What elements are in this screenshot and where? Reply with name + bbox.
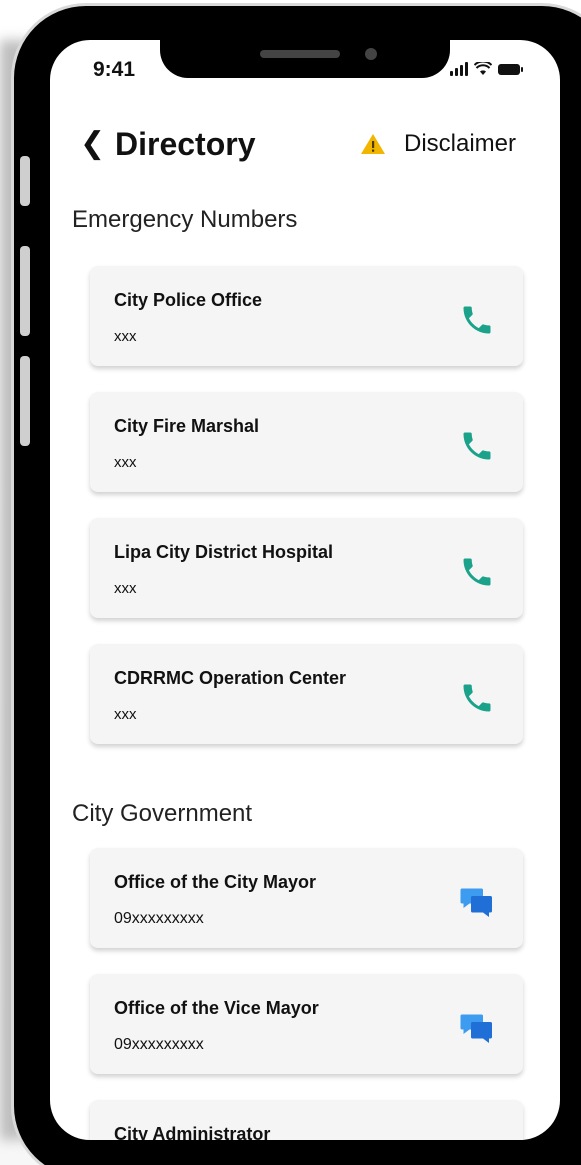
section-title-government: City Government [72,800,253,827]
phone-icon[interactable] [459,680,495,716]
contact-name: Lipa City District Hospital [114,542,334,562]
volume-up-button [20,246,30,336]
chat-icon[interactable] [459,884,495,920]
silent-switch [20,156,30,206]
back-button[interactable]: ❮ [80,126,105,161]
phone-icon[interactable] [459,554,495,590]
contact-name: Office of the City Mayor [114,872,317,892]
contact-name: City Fire Marshal [114,416,260,436]
contact-card[interactable]: Office of the Vice Mayor 09xxxxxxxxx [90,974,523,1074]
contact-card[interactable]: Office of the City Mayor 09xxxxxxxxx [90,848,523,948]
contact-number: xxx [114,328,137,345]
contact-card[interactable]: CDRRMC Operation Center xxx [90,644,523,744]
signal-icon [450,62,468,76]
contact-number: xxx [114,580,137,597]
contact-name: City Police Office [114,290,263,310]
contact-number: xxx [114,706,137,723]
page-title: Directory [115,126,256,162]
section-title-emergency: Emergency Numbers [72,206,298,233]
contact-number: 09xxxxxxxxx [114,910,204,927]
phone-icon[interactable] [459,302,495,338]
volume-down-button [20,356,30,446]
contact-card[interactable]: City Police Office xxx [90,266,523,366]
top-bar: ❮ Directory Disclaimer [50,122,560,172]
phone-icon[interactable] [459,428,495,464]
warning-icon [361,134,385,154]
wifi-icon [474,62,492,75]
contact-card[interactable]: City Administrator [90,1100,523,1140]
notch [160,40,450,78]
scene: 9:41 ❮ Directory Disclaimer Emergency Nu… [0,0,581,1165]
chat-icon[interactable] [459,1136,495,1140]
contact-name: City Administrator [114,1124,271,1140]
contact-card[interactable]: Lipa City District Hospital xxx [90,518,523,618]
speaker [260,50,340,58]
phone-frame: 9:41 ❮ Directory Disclaimer Emergency Nu… [14,6,581,1165]
disclaimer-button[interactable]: Disclaimer [360,130,516,158]
app-screen: 9:41 ❮ Directory Disclaimer Emergency Nu… [50,40,560,1140]
contact-number: 09xxxxxxxxx [114,1036,204,1053]
chat-icon[interactable] [459,1010,495,1046]
status-time: 9:41 [93,58,136,81]
battery-icon [498,63,523,75]
contact-name: CDRRMC Operation Center [114,668,347,688]
contact-number: xxx [114,454,137,471]
status-icons [450,60,523,78]
front-camera [365,48,377,60]
contact-name: Office of the Vice Mayor [114,998,319,1018]
disclaimer-label: Disclaimer [404,130,517,157]
contact-card[interactable]: City Fire Marshal xxx [90,392,523,492]
